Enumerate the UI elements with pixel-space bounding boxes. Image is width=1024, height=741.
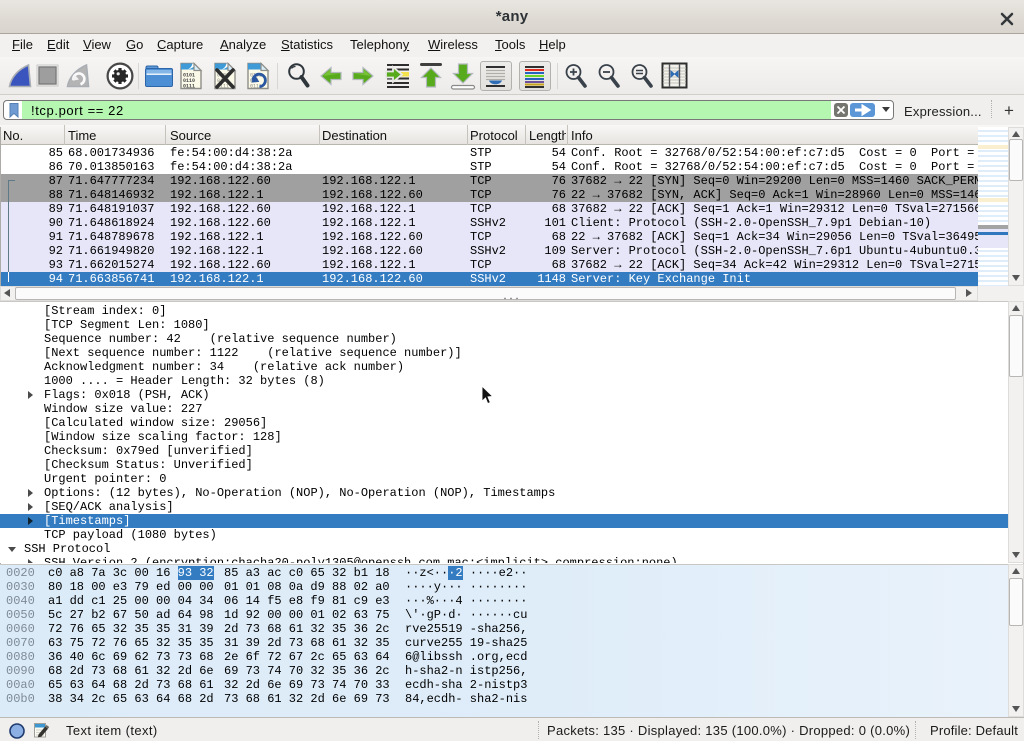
svg-text:0111: 0111 [183,84,195,90]
